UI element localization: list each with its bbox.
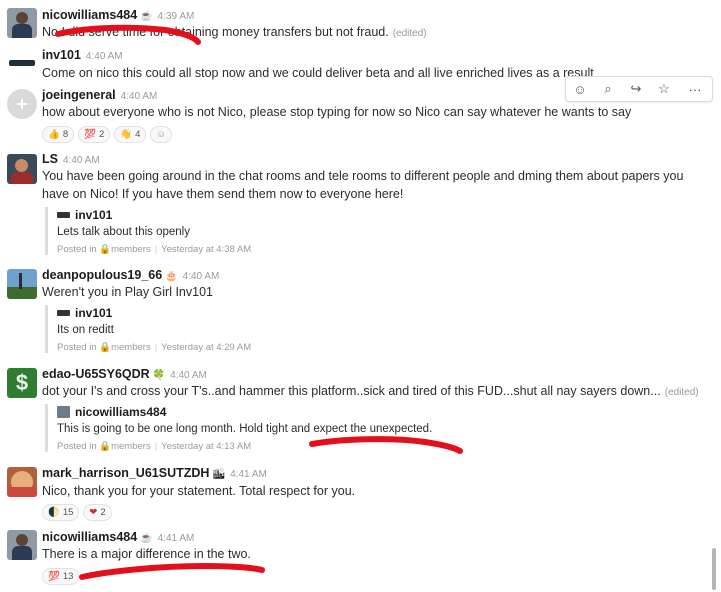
author-name[interactable]: joeingeneral	[42, 88, 116, 102]
status-emoji: 🍀	[152, 370, 166, 381]
share-icon[interactable]: ↪	[622, 81, 650, 97]
red-underline-3	[79, 562, 265, 580]
author-name[interactable]: deanpopulous19_66	[42, 268, 162, 282]
message-text: There is a major difference in the two.	[42, 547, 251, 561]
author-name[interactable]: nicowilliams484	[42, 530, 137, 544]
status-emoji: 🎂	[165, 271, 178, 282]
quote-footer: Posted in 🔒members | Yesterday at 4:13 AM	[57, 441, 252, 452]
timestamp[interactable]: 4:40 AM	[183, 271, 220, 282]
author-name[interactable]: LS	[42, 152, 58, 166]
status-emoji: 🏙	[212, 469, 226, 480]
avatar[interactable]	[7, 8, 37, 38]
timestamp[interactable]: 4:40 AM	[63, 155, 100, 166]
timestamp[interactable]: 4:41 AM	[158, 533, 195, 544]
status-emoji: ☕	[140, 533, 153, 544]
reaction-pill[interactable]: 💯 13	[42, 568, 80, 585]
user-avatar-icon	[57, 310, 70, 316]
quote-date[interactable]: Yesterday at 4:38 AM	[161, 244, 251, 255]
reaction-pill[interactable]: ❤ 2	[83, 504, 112, 521]
quote-text: Lets talk about this openly	[57, 226, 190, 238]
avatar[interactable]	[7, 48, 37, 78]
user-avatar-icon	[57, 212, 70, 218]
shared-message[interactable]: inv101 Lets talk about this openly Poste…	[45, 207, 457, 255]
quote-text: This is going to be one long month. Hold…	[57, 423, 433, 435]
message-text: how about everyone who is not Nico, plea…	[42, 105, 632, 119]
more-actions-icon[interactable]: ···	[678, 82, 712, 97]
timestamp[interactable]: 4:39 AM	[158, 11, 195, 22]
channel-link[interactable]: members	[111, 342, 151, 353]
author-name[interactable]: mark_harrison_U61SUTZDH	[42, 466, 209, 480]
quote-footer: Posted in 🔒members | Yesterday at 4:29 AM	[57, 342, 252, 353]
lock-icon: 🔒	[99, 342, 112, 353]
reaction-pill[interactable]: 👋 4	[114, 126, 147, 143]
quote-text: Its on reditt	[57, 324, 114, 336]
quote-author[interactable]: inv101	[75, 306, 112, 320]
quote-author[interactable]: inv101	[75, 208, 112, 222]
edited-label: (edited)	[392, 28, 427, 39]
user-avatar-icon	[57, 406, 70, 418]
quote-footer: Posted in 🔒members | Yesterday at 4:38 AM	[57, 244, 252, 255]
status-emoji: ☕	[140, 11, 153, 22]
message-text: Come on nico this could all stop now and…	[42, 66, 594, 80]
avatar[interactable]	[7, 89, 37, 119]
timestamp[interactable]: 4:40 AM	[170, 370, 207, 381]
reaction-pill[interactable]: 🌓 15	[42, 504, 80, 521]
message-text: No I did serve time for obtaining money …	[42, 25, 427, 39]
avatar[interactable]: $	[7, 368, 37, 398]
star-icon[interactable]: ☆	[650, 81, 678, 97]
lock-icon: 🔒	[99, 244, 112, 255]
shared-message[interactable]: nicowilliams484 This is going to be one …	[45, 404, 457, 452]
channel-link[interactable]: members	[111, 441, 151, 452]
author-name[interactable]: nicowilliams484	[42, 8, 137, 22]
reaction-pill[interactable]: 👍 8	[42, 126, 75, 143]
avatar[interactable]	[7, 154, 37, 184]
message-text: Nico, thank you for your statement. Tota…	[42, 484, 356, 498]
scrollbar[interactable]	[712, 548, 716, 590]
message-text: dot your I's and cross your T's..and ham…	[42, 384, 699, 398]
avatar[interactable]	[7, 530, 37, 560]
lock-icon: 🔒	[99, 441, 112, 452]
reply-thread-icon[interactable]: ⌕	[594, 81, 622, 97]
message-text: You have been going around in the chat r…	[42, 169, 684, 201]
message-actions-toolbar: ☺ ⌕ ↪ ☆ ···	[565, 76, 713, 102]
avatar[interactable]	[7, 269, 37, 299]
timestamp[interactable]: 4:40 AM	[121, 91, 158, 102]
channel-link[interactable]: members	[111, 244, 151, 255]
message-text: Weren't you in Play Girl Inv101	[42, 285, 213, 299]
edited-label: (edited)	[664, 387, 699, 398]
author-name[interactable]: edao-U65SY6QDR	[42, 367, 150, 381]
timestamp[interactable]: 4:41 AM	[230, 469, 267, 480]
author-name[interactable]: inv101	[42, 48, 81, 62]
timestamp[interactable]: 4:40 AM	[86, 51, 123, 62]
avatar[interactable]	[7, 467, 37, 497]
shared-message[interactable]: inv101 Its on reditt Posted in 🔒members |…	[45, 305, 457, 353]
dollar-avatar-icon: $	[15, 370, 29, 395]
reaction-pill[interactable]: 💯 2	[78, 126, 111, 143]
quote-date[interactable]: Yesterday at 4:29 AM	[161, 342, 251, 353]
quote-author[interactable]: nicowilliams484	[75, 405, 166, 419]
add-reaction-icon[interactable]: ☺	[566, 82, 594, 97]
quote-date[interactable]: Yesterday at 4:13 AM	[161, 441, 251, 452]
add-reaction-icon[interactable]: ☺	[150, 126, 173, 143]
